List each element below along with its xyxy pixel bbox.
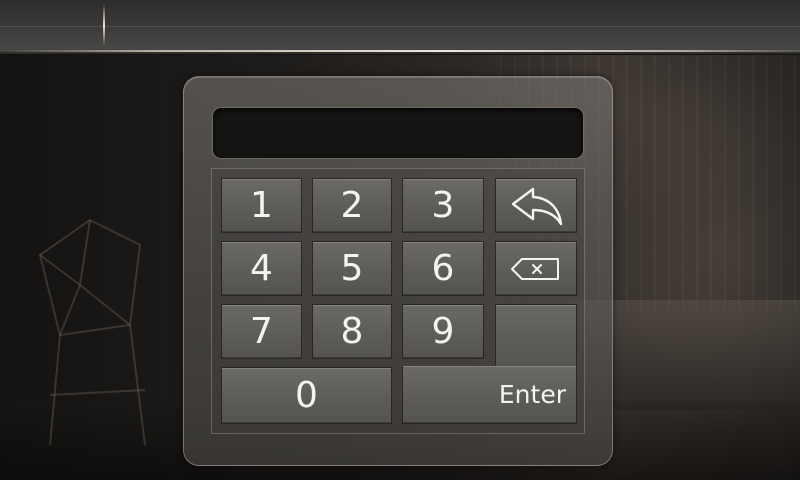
key-2-label: 2	[340, 184, 364, 226]
key-8-label: 8	[340, 310, 364, 352]
key-5-label: 5	[340, 247, 364, 289]
enter-button-label: Enter	[498, 380, 566, 409]
top-bar-spark	[103, 4, 105, 46]
key-2[interactable]: 2	[312, 178, 392, 233]
back-arrow-icon	[507, 186, 565, 226]
key-8[interactable]: 8	[312, 304, 392, 359]
key-1-label: 1	[250, 184, 273, 226]
screen: 1 2 3 4 5 6 7 8 9 0 Enter	[0, 0, 800, 480]
key-6-label: 6	[431, 247, 455, 289]
key-9-label: 9	[431, 310, 455, 352]
top-bar-highlight	[0, 50, 800, 52]
key-4[interactable]: 4	[221, 241, 302, 296]
key-4-label: 4	[250, 247, 273, 289]
enter-button-upper[interactable]	[495, 304, 577, 368]
background-chair	[38, 218, 146, 446]
backspace-icon	[510, 256, 562, 282]
key-3-label: 3	[431, 184, 455, 226]
top-bar-shine	[0, 26, 800, 27]
key-9[interactable]: 9	[402, 304, 484, 359]
key-0-label: 0	[295, 374, 318, 416]
key-0[interactable]: 0	[221, 367, 392, 424]
enter-button[interactable]: Enter	[402, 366, 577, 424]
backspace-button[interactable]	[495, 241, 577, 296]
key-6[interactable]: 6	[402, 241, 484, 296]
top-bar	[0, 0, 800, 55]
key-1[interactable]: 1	[221, 178, 302, 233]
back-button[interactable]	[495, 178, 577, 233]
key-7-label: 7	[250, 310, 273, 352]
key-3[interactable]: 3	[402, 178, 484, 233]
pin-display	[212, 107, 584, 159]
key-7[interactable]: 7	[221, 304, 302, 359]
key-5[interactable]: 5	[312, 241, 392, 296]
